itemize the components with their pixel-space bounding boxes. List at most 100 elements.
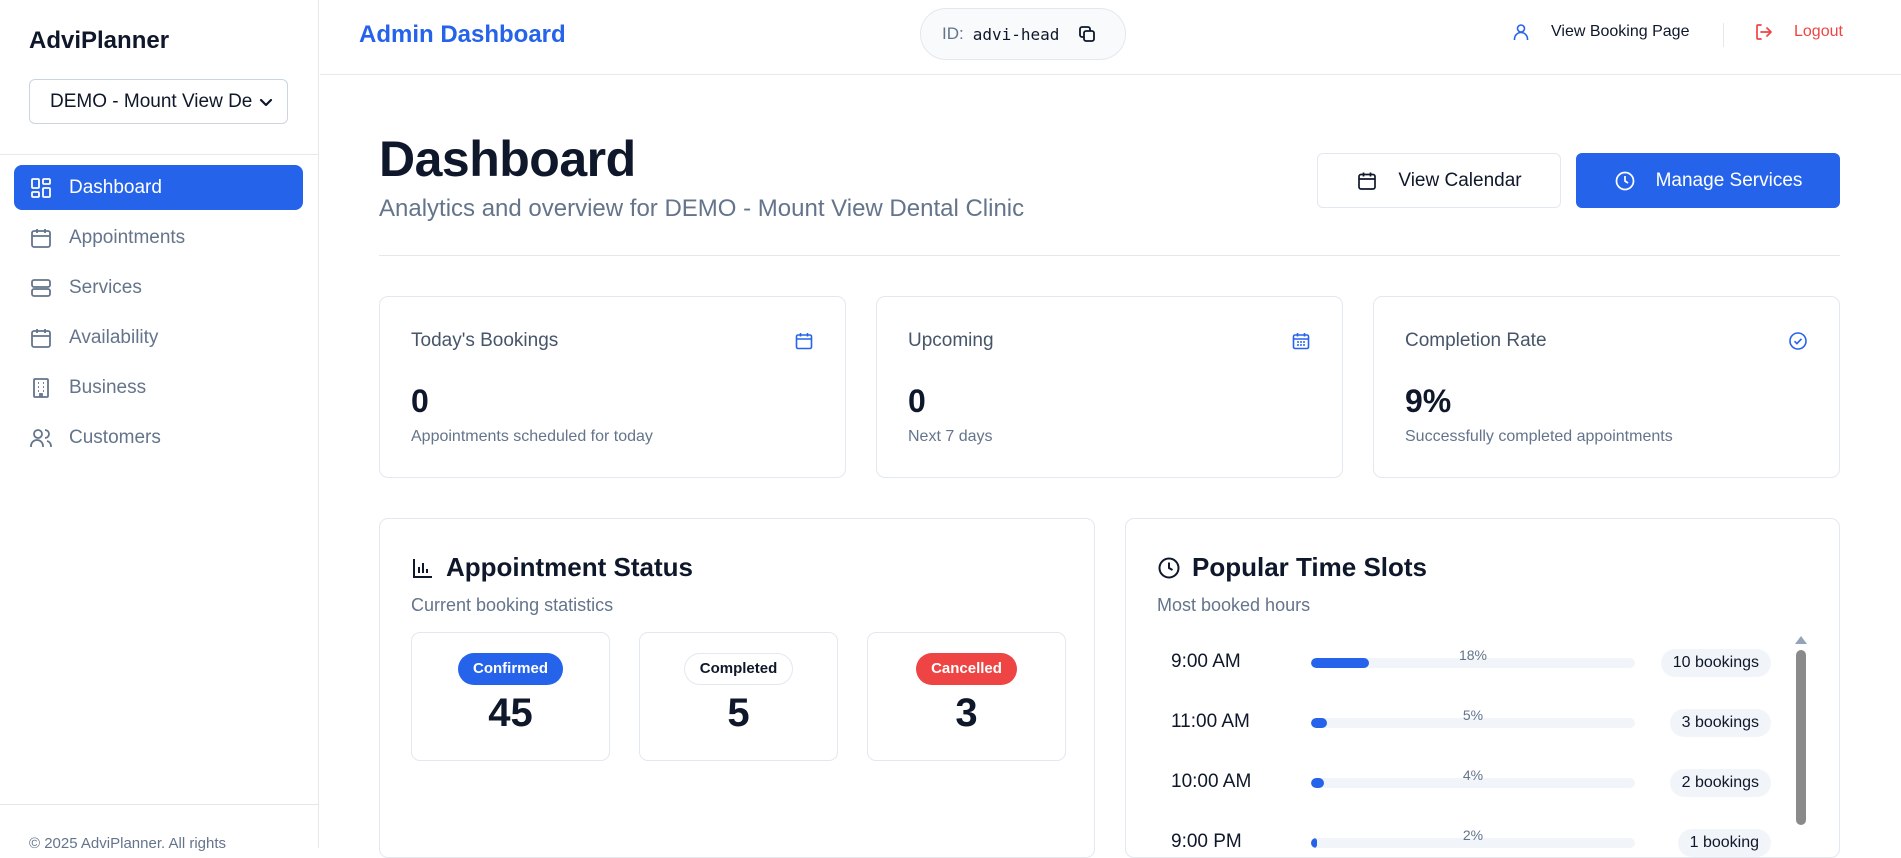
business-select[interactable]: DEMO - Mount View Der (29, 79, 288, 124)
sidebar-item-label: Services (69, 276, 142, 298)
status-count: 3 (955, 691, 978, 735)
stat-card-upcoming: Upcoming 0 Next 7 days (876, 296, 1343, 478)
time-slot-row: 9:00 PM 2% 1 booking (1171, 827, 1771, 857)
header-title: Admin Dashboard (359, 21, 566, 48)
top-header: Admin Dashboard ID: advi-head View Booki… (320, 0, 1901, 75)
business-select-value: DEMO - Mount View Der (50, 90, 253, 112)
calendar-icon (794, 331, 814, 351)
slot-percent: 2% (1462, 827, 1484, 843)
stat-value: 9% (1405, 383, 1452, 419)
slot-time: 9:00 PM (1171, 831, 1242, 852)
id-label: ID: (942, 24, 964, 43)
panel-subtitle: Most booked hours (1157, 595, 1311, 615)
sidebar-item-label: Business (69, 376, 147, 398)
brand-logo: AdviPlanner (29, 27, 170, 54)
stat-card-completion-rate: Completion Rate 9% Successfully complete… (1373, 296, 1840, 478)
stat-description: Next 7 days (908, 428, 993, 445)
server-icon (29, 276, 53, 300)
page-title: Dashboard (379, 131, 636, 187)
panel-title: Appointment Status (411, 552, 693, 583)
check-circle-icon (1788, 331, 1808, 351)
sidebar-item-label: Appointments (69, 226, 186, 248)
stat-label: Upcoming (908, 330, 994, 351)
panel-title-text: Popular Time Slots (1192, 552, 1428, 582)
sidebar-item-business[interactable]: Business (14, 365, 303, 410)
slot-bookings-badge: 3 bookings (1669, 709, 1771, 737)
logout-icon (1754, 22, 1774, 42)
status-badge: Confirmed (458, 653, 563, 685)
panel-subtitle: Current booking statistics (411, 595, 614, 615)
stat-label: Completion Rate (1405, 330, 1547, 351)
calendar-days-icon (1291, 331, 1311, 351)
calendar-icon (1356, 170, 1378, 192)
id-value: advi-head (972, 24, 1060, 44)
bar-chart-icon (411, 556, 435, 580)
scroll-up-arrow[interactable] (1795, 636, 1807, 644)
scrollbar[interactable] (1795, 636, 1807, 846)
sidebar-item-availability[interactable]: Availability (14, 315, 303, 360)
copy-icon[interactable] (1077, 24, 1097, 44)
slot-bookings-badge: 1 booking (1677, 829, 1771, 857)
copyright-text: © 2025 AdviPlanner. All rights (29, 835, 227, 852)
panel-title-text: Appointment Status (446, 552, 693, 582)
business-id-pill: ID: advi-head (920, 8, 1126, 60)
popular-time-slots-panel: Popular Time Slots Most booked hours 9:0… (1125, 518, 1840, 858)
stat-label: Today's Bookings (411, 330, 559, 351)
slot-time: 11:00 AM (1171, 711, 1250, 732)
calendar-icon (29, 326, 53, 350)
clock-icon (1157, 556, 1181, 580)
status-count: 5 (727, 691, 750, 735)
slot-bookings-badge: 10 bookings (1660, 649, 1771, 677)
time-slot-row: 10:00 AM 4% 2 bookings (1171, 767, 1771, 797)
building-icon (29, 376, 53, 400)
sidebar-item-appointments[interactable]: Appointments (14, 215, 303, 260)
sidebar-nav: Dashboard Appointments Services Availabi… (14, 165, 303, 465)
slot-percent: 5% (1462, 707, 1484, 723)
divider (0, 804, 318, 805)
panel-title: Popular Time Slots (1157, 552, 1427, 583)
manage-services-label: Manage Services (1655, 169, 1803, 191)
clock-icon (1614, 170, 1636, 192)
slot-time: 10:00 AM (1171, 771, 1252, 792)
sidebar-item-services[interactable]: Services (14, 265, 303, 310)
time-slot-row: 11:00 AM 5% 3 bookings (1171, 707, 1771, 737)
view-calendar-button[interactable]: View Calendar (1317, 153, 1561, 208)
stat-card-todays-bookings: Today's Bookings 0 Appointments schedule… (379, 296, 846, 478)
users-icon (29, 426, 53, 450)
status-badge: Completed (683, 653, 794, 685)
slot-time: 9:00 AM (1171, 651, 1241, 672)
slot-bookings-badge: 2 bookings (1669, 769, 1771, 797)
stat-description: Appointments scheduled for today (411, 428, 653, 445)
calendar-icon (29, 226, 53, 250)
view-booking-label: View Booking Page (1551, 23, 1690, 40)
status-badge: Cancelled (916, 653, 1017, 685)
view-calendar-label: View Calendar (1398, 169, 1522, 191)
status-card-completed: Completed 5 (639, 632, 838, 761)
scrollbar-thumb[interactable] (1796, 650, 1806, 825)
manage-services-button[interactable]: Manage Services (1576, 153, 1840, 208)
stat-description: Successfully completed appointments (1405, 428, 1673, 445)
header-separator (1723, 23, 1724, 47)
divider (379, 255, 1840, 256)
sidebar-item-label: Availability (69, 326, 159, 348)
stat-value: 0 (908, 383, 926, 419)
time-slot-row: 9:00 AM 18% 10 bookings (1171, 647, 1771, 677)
slot-percent: 18% (1458, 647, 1488, 663)
status-count: 45 (488, 691, 533, 735)
status-card-confirmed: Confirmed 45 (411, 632, 610, 761)
sidebar-item-customers[interactable]: Customers (14, 415, 303, 460)
user-icon (1511, 22, 1531, 42)
status-card-cancelled: Cancelled 3 (867, 632, 1066, 761)
sidebar-item-label: Dashboard (69, 176, 162, 198)
logout-button[interactable]: Logout (1754, 22, 1843, 42)
dashboard-icon (29, 176, 53, 200)
divider (0, 154, 318, 155)
appointment-status-panel: Appointment Status Current booking stati… (379, 518, 1095, 858)
stat-value: 0 (411, 383, 429, 419)
sidebar-item-dashboard[interactable]: Dashboard (14, 165, 303, 210)
view-booking-page-link[interactable]: View Booking Page (1511, 22, 1689, 42)
slot-percent: 4% (1462, 767, 1484, 783)
chevron-down-icon (259, 98, 273, 106)
sidebar: AdviPlanner DEMO - Mount View Der Dashbo… (0, 0, 319, 852)
page-subtitle: Analytics and overview for DEMO - Mount … (379, 195, 1025, 222)
